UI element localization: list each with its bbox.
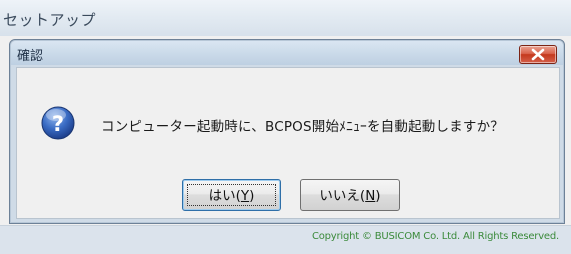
yes-button[interactable]: はい(Y) (182, 179, 281, 211)
close-icon (531, 48, 545, 61)
confirm-dialog: 確認 ? コンピューター起動時に、BCPOS開始ﾒﾆｭｰを自動起動しますか？ は… (9, 39, 565, 224)
dialog-message: コンピューター起動時に、BCPOS開始ﾒﾆｭｰを自動起動しますか？ (101, 119, 504, 135)
focus-rect (187, 184, 276, 206)
svg-text:?: ? (52, 112, 64, 136)
no-button[interactable]: いいえ(N) (300, 179, 400, 211)
dialog-titlebar[interactable]: 確認 (11, 41, 563, 65)
setup-window: セットアップ Copyright © BUSICOM Co. Ltd. All … (0, 0, 571, 254)
close-button[interactable] (519, 45, 557, 64)
dialog-content: ? コンピューター起動時に、BCPOS開始ﾒﾆｭｰを自動起動しますか？ はい(Y… (16, 67, 560, 219)
question-icon: ? (41, 106, 75, 140)
dialog-title: 確認 (17, 49, 44, 64)
setup-footer: Copyright © BUSICOM Co. Ltd. All Rights … (0, 225, 571, 254)
no-button-suffix: ) (375, 188, 381, 204)
no-button-label: いいえ( (319, 188, 366, 204)
setup-window-title: セットアップ (3, 11, 97, 29)
no-button-mnemonic: N (365, 188, 376, 204)
setup-titlebar[interactable]: セットアップ (0, 0, 571, 36)
copyright-text: Copyright © BUSICOM Co. Ltd. All Rights … (311, 231, 559, 242)
